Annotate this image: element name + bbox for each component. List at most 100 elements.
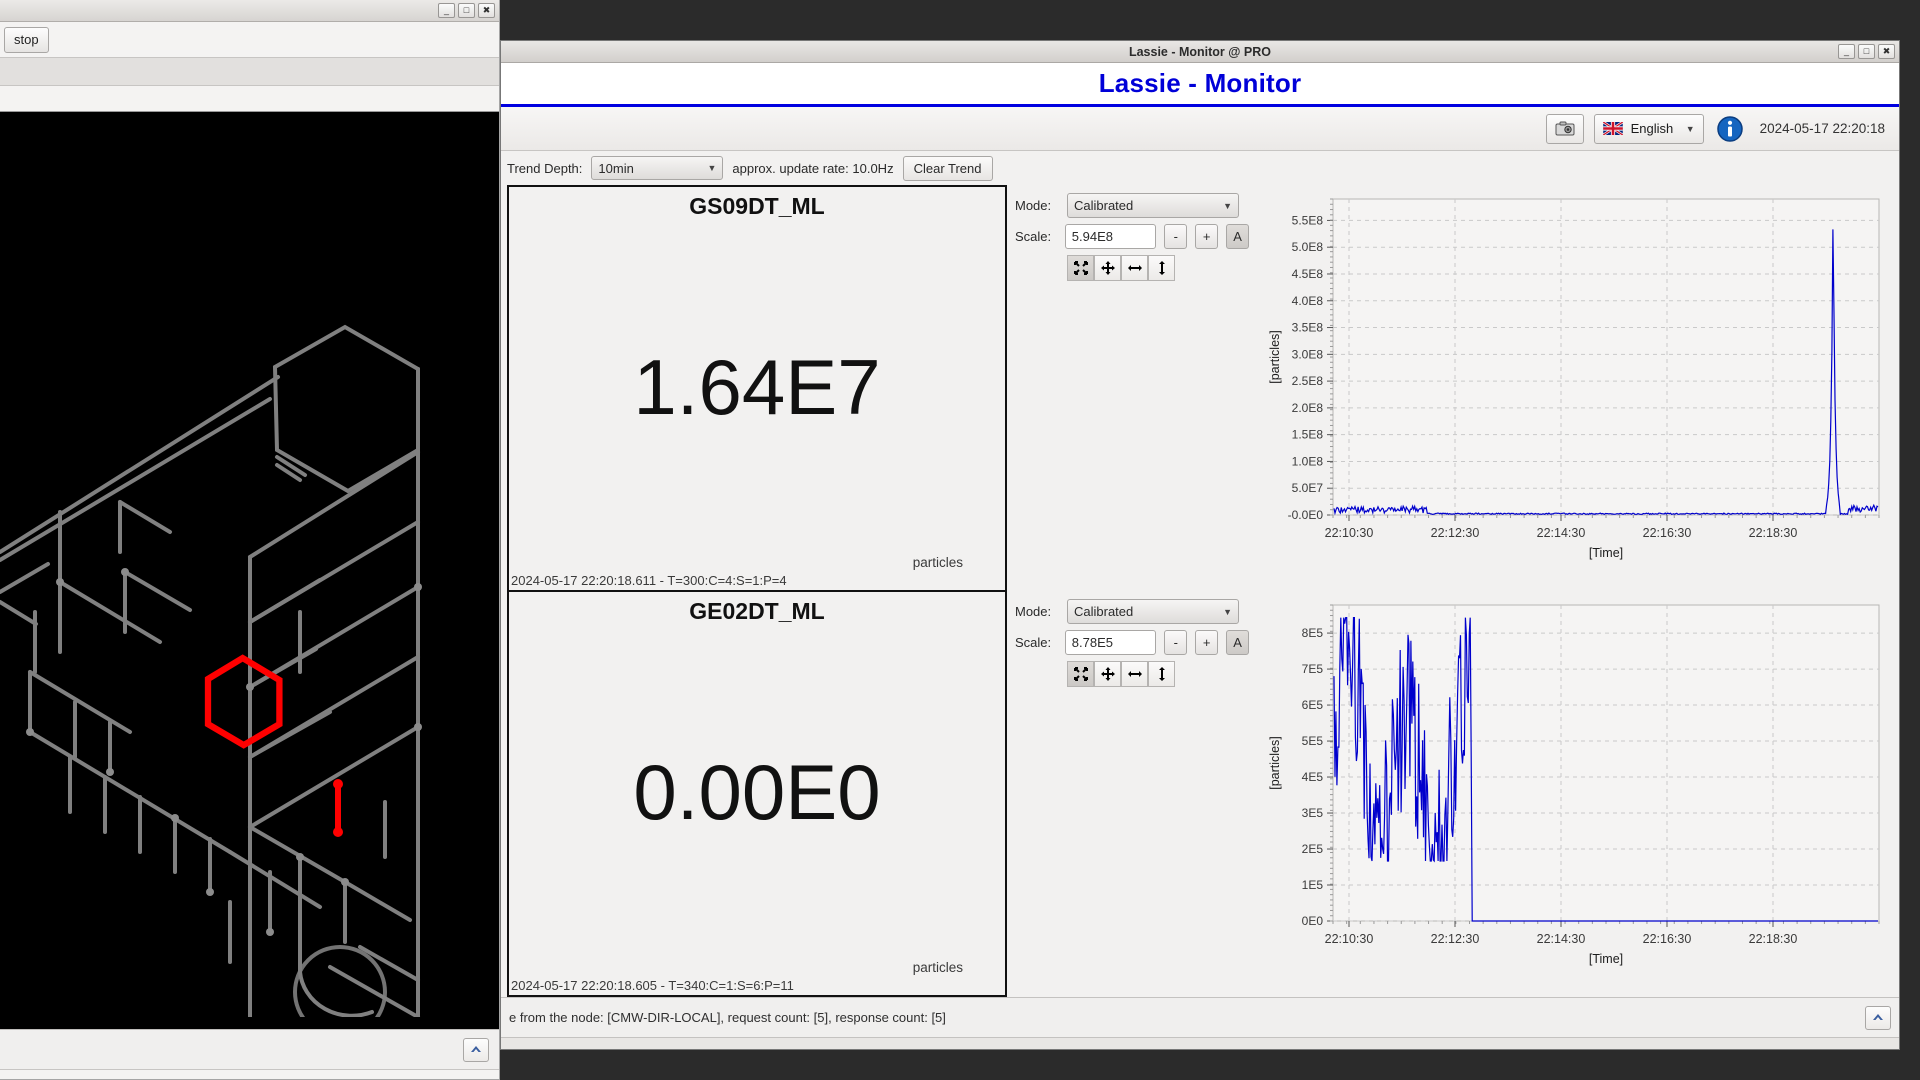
viewer-collapse-button[interactable] <box>463 1037 489 1062</box>
mode-select-gs09[interactable]: Calibrated ▼ <box>1067 193 1239 218</box>
mode-value-gs09: Calibrated <box>1074 198 1134 213</box>
pan-icon <box>1100 667 1115 681</box>
pan-button-gs09[interactable] <box>1094 255 1121 281</box>
svg-text:22:10:30: 22:10:30 <box>1325 932 1374 946</box>
scale-auto-ge02[interactable]: A <box>1226 630 1250 655</box>
scale-decrease-gs09[interactable]: - <box>1164 224 1188 249</box>
viewer-minimize-button[interactable]: _ <box>438 3 455 18</box>
lassie-minimize-button[interactable]: _ <box>1838 44 1855 59</box>
viewer-titlebar[interactable]: _ □ ✖ <box>0 0 499 22</box>
charts-column: -0.0E0 5.0E7 1.0E8 1.5E8 2.0E8 2.5E8 3.0E8 3.5E… <box>1257 185 1899 997</box>
lassie-monitor-window: Lassie - Monitor @ PRO _ □ ✖ Lassie - Mo… <box>500 40 1900 1050</box>
svg-text:2.5E8: 2.5E8 <box>1292 374 1324 388</box>
mode-value-ge02: Calibrated <box>1074 604 1134 619</box>
svg-text:22:16:30: 22:16:30 <box>1643 526 1692 540</box>
lassie-bottom-padding <box>501 1037 1899 1049</box>
mode-select-ge02[interactable]: Calibrated ▼ <box>1067 599 1239 624</box>
fit-horizontal-button-gs09[interactable] <box>1121 255 1148 281</box>
svg-text:2E5: 2E5 <box>1302 842 1324 856</box>
beamline-3d-canvas[interactable] <box>0 112 499 1029</box>
chevron-down-icon: ▼ <box>707 163 717 173</box>
svg-text:22:16:30: 22:16:30 <box>1643 932 1692 946</box>
controls-ge02: Mode: Calibrated ▼ Scale: 8.78E5 - + A <box>1007 591 1257 997</box>
info-button[interactable] <box>1714 113 1746 145</box>
trend-chart-ge02[interactable]: 0E0 1E5 2E5 3E5 4E5 5E5 6E5 7E5 8E5 22:10:30 22:12… <box>1257 591 1893 997</box>
status-message: e from the node: [CMW-DIR-LOCAL], reques… <box>509 1010 946 1025</box>
lassie-maximize-button[interactable]: □ <box>1858 44 1875 59</box>
device-status-gs09: 2024-05-17 22:20:18.611 - T=300:C=4:S=1:… <box>511 573 787 588</box>
svg-text:1E5: 1E5 <box>1302 878 1324 892</box>
device-unit-gs09: particles <box>912 555 963 570</box>
language-selector[interactable]: English ▼ <box>1593 113 1704 144</box>
trend-depth-select[interactable]: 10min ▼ <box>591 156 724 180</box>
main-content: GS09DT_ML 1.64E7 particles 2024-05-17 22… <box>501 185 1899 997</box>
fit-horizontal-icon <box>1127 265 1142 271</box>
scale-label-gs09: Scale: <box>1015 229 1052 244</box>
lassie-close-button[interactable]: ✖ <box>1878 44 1895 59</box>
app-toolbar: English ▼ 2024-05-17 22:20:18 <box>501 107 1899 151</box>
value-panel-gs09: GS09DT_ML 1.64E7 particles 2024-05-17 22… <box>509 187 1005 592</box>
svg-text:-0.0E0: -0.0E0 <box>1288 508 1324 522</box>
viewer-window: _ □ ✖ stop <box>0 0 500 1080</box>
svg-text:22:12:30: 22:12:30 <box>1431 526 1480 540</box>
status-collapse-button[interactable] <box>1865 1005 1891 1030</box>
viewer-close-button[interactable]: ✖ <box>478 3 495 18</box>
fit-horizontal-button-ge02[interactable] <box>1121 661 1148 687</box>
pan-button-ge02[interactable] <box>1094 661 1121 687</box>
scale-input-ge02[interactable]: 8.78E5 <box>1064 630 1157 655</box>
desktop: _ □ ✖ stop Lassie - Monitor @ PRO _ □ ✖ … <box>0 0 1920 1080</box>
svg-text:22:12:30: 22:12:30 <box>1431 932 1480 946</box>
viewer-maximize-button[interactable]: □ <box>458 3 475 18</box>
viewer-bottom-bar <box>0 1029 499 1069</box>
fit-all-button-gs09[interactable] <box>1067 255 1094 281</box>
clear-trend-button[interactable]: Clear Trend <box>902 155 993 181</box>
scale-label-ge02: Scale: <box>1015 635 1052 650</box>
viewer-tertiary-bar <box>0 86 499 112</box>
svg-text:0E0: 0E0 <box>1302 914 1324 928</box>
zoom-tools-ge02 <box>1067 661 1249 687</box>
zoom-tools-gs09 <box>1067 255 1249 281</box>
svg-text:8E5: 8E5 <box>1302 626 1324 640</box>
device-name-gs09: GS09DT_ML <box>689 193 825 219</box>
svg-text:5.0E8: 5.0E8 <box>1292 240 1324 254</box>
svg-text:[particles]: [particles] <box>1268 736 1282 790</box>
svg-text:7E5: 7E5 <box>1302 662 1324 676</box>
screenshot-button[interactable] <box>1545 113 1584 144</box>
svg-text:22:14:30: 22:14:30 <box>1537 932 1586 946</box>
fit-vertical-button-ge02[interactable] <box>1148 661 1175 687</box>
scale-increase-gs09[interactable]: + <box>1195 224 1219 249</box>
app-banner: Lassie - Monitor <box>501 63 1899 107</box>
language-label: English <box>1630 121 1674 136</box>
trend-depth-value: 10min <box>598 160 634 176</box>
fit-vertical-icon <box>1158 261 1165 275</box>
fit-vertical-button-gs09[interactable] <box>1148 255 1175 281</box>
fit-all-button-ge02[interactable] <box>1067 661 1094 687</box>
svg-text:22:14:30: 22:14:30 <box>1537 526 1586 540</box>
mode-label-ge02: Mode: <box>1015 604 1052 619</box>
device-unit-ge02: particles <box>912 960 963 975</box>
fit-horizontal-icon <box>1127 671 1142 677</box>
svg-text:5.0E7: 5.0E7 <box>1292 481 1324 495</box>
svg-text:6E5: 6E5 <box>1302 698 1324 712</box>
viewer-secondary-bar <box>0 58 499 86</box>
chevron-down-icon: ▼ <box>1223 606 1232 617</box>
scale-auto-gs09[interactable]: A <box>1226 224 1250 249</box>
lassie-status-bar: e from the node: [CMW-DIR-LOCAL], reques… <box>501 997 1899 1037</box>
scale-input-gs09[interactable]: 5.94E8 <box>1064 224 1157 249</box>
svg-text:22:18:30: 22:18:30 <box>1749 932 1798 946</box>
fit-all-icon <box>1073 261 1088 275</box>
scale-increase-ge02[interactable]: + <box>1195 630 1219 655</box>
chevron-down-icon: ▼ <box>1685 123 1695 134</box>
stop-button[interactable]: stop <box>4 26 49 53</box>
svg-text:4.0E8: 4.0E8 <box>1292 294 1324 308</box>
lassie-titlebar[interactable]: Lassie - Monitor @ PRO _ □ ✖ <box>501 41 1899 63</box>
pan-icon <box>1100 261 1115 275</box>
mode-label-gs09: Mode: <box>1015 198 1052 213</box>
scale-decrease-ge02[interactable]: - <box>1164 630 1188 655</box>
svg-text:4.5E8: 4.5E8 <box>1292 267 1324 281</box>
chart-controls-column: Mode: Calibrated ▼ Scale: 5.94E8 - + A M… <box>1007 185 1257 997</box>
trend-chart-gs09[interactable]: -0.0E0 5.0E7 1.0E8 1.5E8 2.0E8 2.5E8 3.0E8 3.5E… <box>1257 185 1893 591</box>
value-panels-column: GS09DT_ML 1.64E7 particles 2024-05-17 22… <box>507 185 1007 997</box>
viewer-status-strip <box>0 1069 499 1079</box>
svg-text:22:10:30: 22:10:30 <box>1325 526 1374 540</box>
